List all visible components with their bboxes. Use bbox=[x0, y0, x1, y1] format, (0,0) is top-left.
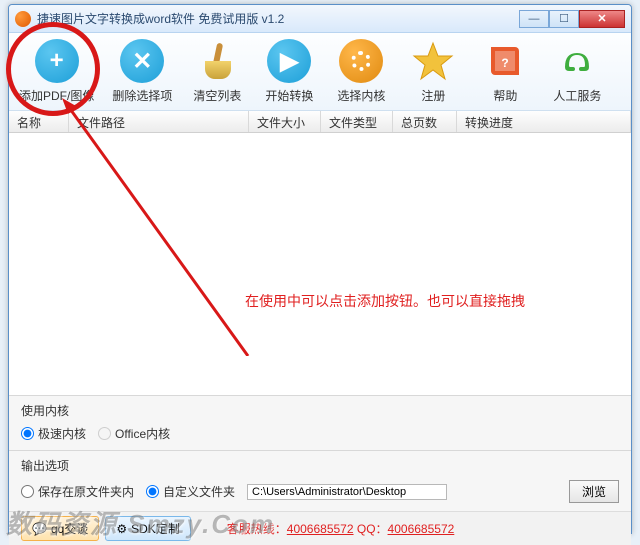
hotline-qq[interactable]: 4006685572 bbox=[388, 522, 455, 536]
help-label: 帮助 bbox=[493, 87, 517, 104]
file-list[interactable]: 在使用中可以点击添加按钮。也可以直接拖拽 bbox=[9, 133, 631, 395]
engine-panel: 使用内核 极速内核 Office内核 bbox=[9, 395, 631, 450]
engine-label: 选择内核 bbox=[337, 87, 385, 104]
svg-text:?: ? bbox=[502, 56, 509, 70]
app-icon bbox=[15, 11, 31, 27]
minimize-button[interactable]: — bbox=[519, 10, 549, 28]
hotline-label: 客服热线： bbox=[227, 522, 287, 536]
x-icon: ✕ bbox=[120, 39, 164, 83]
table-header: 名称 文件路径 文件大小 文件类型 总页数 转换进度 bbox=[9, 111, 631, 133]
output-path-input[interactable] bbox=[247, 484, 447, 500]
browse-button[interactable]: 浏览 bbox=[569, 480, 619, 503]
col-name[interactable]: 名称 bbox=[9, 111, 69, 132]
close-button[interactable]: ✕ bbox=[579, 10, 625, 28]
custom-folder-label: 自定义文件夹 bbox=[163, 483, 235, 500]
service-label: 人工服务 bbox=[553, 87, 601, 104]
start-button[interactable]: ▶ 开始转换 bbox=[262, 39, 316, 104]
office-engine-label: Office内核 bbox=[115, 425, 170, 442]
annotation-text: 在使用中可以点击添加按钮。也可以直接拖拽 bbox=[245, 291, 525, 311]
engine-button[interactable]: 选择内核 bbox=[334, 39, 388, 104]
sdk-button[interactable]: ⚙ SDK定制 bbox=[105, 516, 190, 541]
hotline-phone[interactable]: 4006685572 bbox=[287, 522, 354, 536]
app-window: 捷速图片文字转换成word软件 免费试用版 v1.2 — ☐ ✕ + 添加PDF… bbox=[8, 4, 632, 534]
window-controls: — ☐ ✕ bbox=[519, 10, 625, 28]
hotline: 客服热线：4006685572 QQ：4006685572 bbox=[227, 520, 455, 537]
col-path[interactable]: 文件路径 bbox=[69, 111, 249, 132]
delete-label: 删除选择项 bbox=[112, 87, 172, 104]
sdk-label: SDK定制 bbox=[131, 520, 180, 537]
book-icon: ? bbox=[483, 39, 527, 83]
clear-button[interactable]: 清空列表 bbox=[190, 39, 244, 104]
output-heading: 输出选项 bbox=[21, 457, 619, 474]
play-icon: ▶ bbox=[267, 39, 311, 83]
clear-label: 清空列表 bbox=[193, 87, 241, 104]
office-engine-radio[interactable]: Office内核 bbox=[98, 425, 170, 442]
gear-icon bbox=[339, 39, 383, 83]
service-button[interactable]: 人工服务 bbox=[550, 39, 604, 104]
keep-folder-radio[interactable]: 保存在原文件夹内 bbox=[21, 483, 134, 500]
register-label: 注册 bbox=[421, 87, 445, 104]
help-button[interactable]: ? 帮助 bbox=[478, 39, 532, 104]
plus-icon: + bbox=[35, 39, 79, 83]
add-pdf-button[interactable]: + 添加PDF/图像 bbox=[19, 39, 94, 104]
keep-folder-label: 保存在原文件夹内 bbox=[38, 483, 134, 500]
engine-heading: 使用内核 bbox=[21, 402, 619, 419]
col-progress[interactable]: 转换进度 bbox=[457, 111, 631, 132]
broom-icon bbox=[195, 39, 239, 83]
hotline-qq-label: QQ： bbox=[354, 522, 388, 536]
fast-engine-label: 极速内核 bbox=[38, 425, 86, 442]
titlebar: 捷速图片文字转换成word软件 免费试用版 v1.2 — ☐ ✕ bbox=[9, 5, 631, 33]
start-label: 开始转换 bbox=[265, 87, 313, 104]
col-pages[interactable]: 总页数 bbox=[393, 111, 457, 132]
output-panel: 输出选项 保存在原文件夹内 自定义文件夹 浏览 bbox=[9, 450, 631, 511]
window-title: 捷速图片文字转换成word软件 免费试用版 v1.2 bbox=[37, 10, 519, 27]
qq-chat-label: qq交谈 bbox=[51, 520, 88, 537]
col-type[interactable]: 文件类型 bbox=[321, 111, 393, 132]
star-icon bbox=[411, 39, 455, 83]
toolbar: + 添加PDF/图像 ✕ 删除选择项 清空列表 ▶ 开始转换 选择内核 注册 ?… bbox=[9, 33, 631, 111]
fast-engine-radio[interactable]: 极速内核 bbox=[21, 425, 86, 442]
col-size[interactable]: 文件大小 bbox=[249, 111, 321, 132]
footer: 💬 qq交谈 ⚙ SDK定制 客服热线：4006685572 QQ：400668… bbox=[9, 511, 631, 545]
phone-icon bbox=[555, 39, 599, 83]
maximize-button[interactable]: ☐ bbox=[549, 10, 579, 28]
delete-button[interactable]: ✕ 删除选择项 bbox=[112, 39, 172, 104]
custom-folder-radio[interactable]: 自定义文件夹 bbox=[146, 483, 235, 500]
register-button[interactable]: 注册 bbox=[406, 39, 460, 104]
add-label: 添加PDF/图像 bbox=[19, 87, 94, 104]
qq-chat-button[interactable]: 💬 qq交谈 bbox=[21, 516, 99, 541]
